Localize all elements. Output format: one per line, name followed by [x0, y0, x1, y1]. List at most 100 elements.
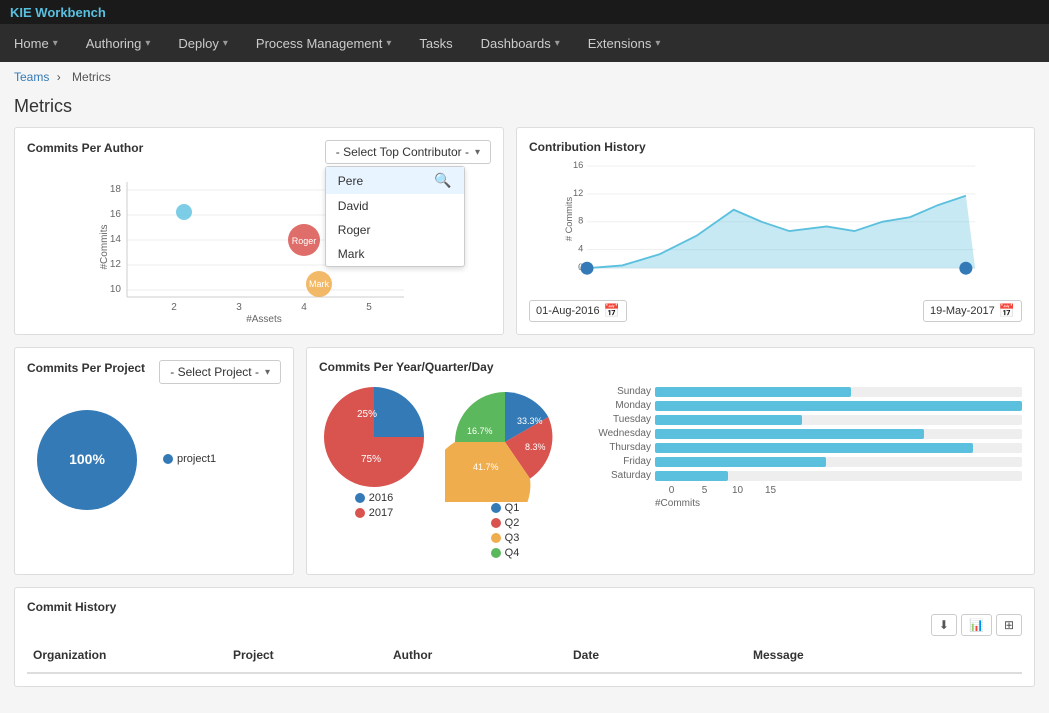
svg-text:16: 16: [110, 209, 122, 220]
legend-dot-2016: [355, 493, 365, 503]
svg-text:12: 12: [110, 259, 122, 270]
top-contributor-dropdown-label: - Select Top Contributor -: [336, 145, 469, 159]
slider-right[interactable]: [959, 262, 972, 275]
bar-fill-monday: [655, 401, 1022, 411]
top-contributor-dropdown-caret: ▾: [475, 147, 480, 158]
columns-btn[interactable]: ⊞: [996, 614, 1022, 636]
bar-row-monday: Monday: [581, 400, 1022, 411]
nav-extensions[interactable]: Extensions ▾: [574, 24, 675, 62]
svg-text:8.3%: 8.3%: [525, 442, 546, 452]
svg-text:# Commits: # Commits: [564, 196, 574, 241]
slider-left[interactable]: [581, 262, 594, 275]
app-title: KIE Workbench: [10, 5, 106, 20]
nav-dashboards[interactable]: Dashboards ▾: [467, 24, 574, 62]
legend-dot-q2: [491, 518, 501, 528]
commits-per-project-title: Commits Per Project: [27, 361, 145, 375]
svg-text:5: 5: [366, 302, 372, 313]
main-nav: Home ▾ Authoring ▾ Deploy ▾ Process Mana…: [0, 24, 1049, 62]
commit-toolbar: ⬇ 📊 ⊞: [27, 614, 1022, 636]
start-date-calendar-icon[interactable]: 📅: [604, 303, 620, 319]
legend-project1: project1: [163, 453, 216, 465]
quarter-pie-container: 33.3% 8.3% 41.7% 16.7% Q1 Q2: [445, 382, 565, 562]
svg-text:#Commits: #Commits: [99, 224, 110, 269]
top-bar: KIE Workbench: [0, 0, 1049, 24]
end-date-calendar-icon[interactable]: 📅: [999, 303, 1015, 319]
commits-per-author-title: Commits Per Author: [27, 141, 143, 155]
legend-2017: 2017: [355, 507, 393, 519]
bar-row-wednesday: Wednesday: [581, 428, 1022, 439]
page-title: Metrics: [0, 92, 1049, 127]
col-organization: Organization: [27, 644, 227, 666]
nav-home[interactable]: Home ▾: [0, 24, 72, 62]
contributor-option-roger[interactable]: Roger: [326, 218, 464, 242]
commits-per-yqd-title: Commits Per Year/Quarter/Day: [319, 360, 494, 374]
contributor-option-mark[interactable]: Mark: [326, 242, 464, 266]
contributor-option-pere[interactable]: Pere 🔍: [326, 167, 464, 194]
bar-row-thursday: Thursday: [581, 442, 1022, 453]
legend-dot-q4: [491, 548, 501, 558]
svg-text:2: 2: [171, 302, 177, 313]
bar-fill-tuesday: [655, 415, 802, 425]
svg-text:4: 4: [301, 302, 307, 313]
year-pie-svg: 25% 75%: [319, 382, 429, 492]
export-csv-btn[interactable]: ⬇: [931, 614, 957, 636]
nav-deploy[interactable]: Deploy ▾: [164, 24, 242, 62]
select-project-caret: ▾: [265, 367, 270, 378]
commits-per-author-panel: Commits Per Author - Select Top Contribu…: [14, 127, 504, 335]
top-contributor-dropdown-wrapper: - Select Top Contributor - ▾ Pere 🔍 Davi…: [325, 140, 491, 164]
contributor-option-david[interactable]: David: [326, 194, 464, 218]
bar-row-tuesday: Tuesday: [581, 414, 1022, 425]
contribution-chart: 16 12 8 4 0 # Commits: [529, 154, 1022, 294]
year-pie-container: 25% 75% 2016 2017: [319, 382, 429, 522]
commits-per-project-panel: Commits Per Project - Select Project - ▾…: [14, 347, 294, 575]
svg-text:41.7%: 41.7%: [473, 462, 499, 472]
select-project-btn[interactable]: - Select Project - ▾: [159, 360, 281, 384]
legend-2016: 2016: [355, 492, 393, 504]
nav-deploy-caret: ▾: [223, 38, 228, 49]
legend-dot-q3: [491, 533, 501, 543]
svg-text:Mark: Mark: [309, 279, 329, 289]
legend-q2: Q2: [491, 517, 520, 529]
svg-text:10: 10: [110, 284, 122, 295]
legend-dot-project1: [163, 454, 173, 464]
contribution-history-panel: Contribution History 16 12 8 4 0 # Commi…: [516, 127, 1035, 335]
contribution-svg: 16 12 8 4 0 # Commits: [529, 154, 1022, 284]
export-xls-btn[interactable]: 📊: [961, 614, 992, 636]
bar-fill-saturday: [655, 471, 728, 481]
nav-authoring[interactable]: Authoring ▾: [72, 24, 165, 62]
nav-tasks[interactable]: Tasks: [405, 24, 466, 62]
yqd-charts-row: 25% 75% 2016 2017: [319, 382, 1022, 562]
select-project-label: - Select Project -: [170, 365, 259, 379]
commit-history-section: Commit History ⬇ 📊 ⊞ Organization Projec…: [14, 587, 1035, 687]
start-date-input[interactable]: 01-Aug-2016 📅: [529, 300, 627, 322]
bar-fill-sunday: [655, 387, 851, 397]
nav-process-management[interactable]: Process Management ▾: [242, 24, 405, 62]
col-author: Author: [387, 644, 567, 666]
contribution-history-title: Contribution History: [529, 140, 646, 154]
svg-text:#Assets: #Assets: [246, 314, 282, 322]
top-contributor-dropdown-btn[interactable]: - Select Top Contributor - ▾: [325, 140, 491, 164]
col-project: Project: [227, 644, 387, 666]
svg-text:4: 4: [578, 244, 583, 254]
scatter-point-pere: [176, 204, 192, 220]
breadcrumb: Teams › Metrics: [0, 62, 1049, 92]
bar-fill-thursday: [655, 443, 973, 453]
svg-text:18: 18: [110, 184, 122, 195]
end-date-input[interactable]: 19-May-2017 📅: [923, 300, 1022, 322]
end-date-value: 19-May-2017: [930, 305, 995, 317]
bar-row-saturday: Saturday: [581, 470, 1022, 481]
check-icon: 🔍: [434, 172, 451, 189]
bar-fill-wednesday: [655, 429, 924, 439]
table-header: Organization Project Author Date Message: [27, 644, 1022, 674]
project-pie-row: 100% project1: [27, 392, 281, 528]
main-content: Commits Per Author - Select Top Contribu…: [0, 127, 1049, 713]
svg-text:3: 3: [236, 302, 242, 313]
nav-pm-caret: ▾: [386, 38, 391, 49]
bar-row-friday: Friday: [581, 456, 1022, 467]
nav-authoring-caret: ▾: [145, 38, 150, 49]
col-message: Message: [747, 644, 1022, 666]
col-date: Date: [567, 644, 747, 666]
legend-dot-2017: [355, 508, 365, 518]
breadcrumb-teams[interactable]: Teams: [14, 70, 49, 84]
legend-q4: Q4: [491, 547, 520, 559]
